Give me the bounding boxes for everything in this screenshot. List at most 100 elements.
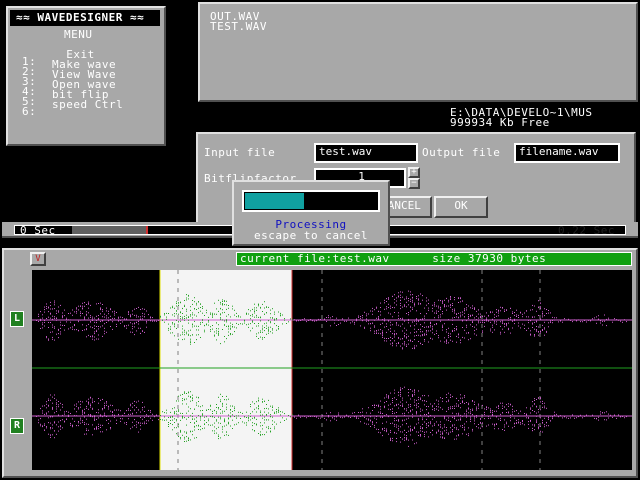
- wave-sample: [68, 328, 69, 330]
- wave-sample: [550, 320, 551, 322]
- wave-sample: [526, 407, 527, 409]
- selection-region[interactable]: [160, 270, 292, 470]
- wave-sample: [378, 431, 379, 433]
- wave-sample: [438, 305, 439, 307]
- wave-sample: [148, 416, 149, 418]
- wave-sample: [404, 386, 405, 388]
- wave-sample: [194, 429, 195, 431]
- wave-sample: [400, 426, 401, 428]
- wave-sample: [466, 326, 467, 328]
- wave-sample: [452, 407, 453, 409]
- wave-sample: [262, 325, 263, 327]
- right-channel-button[interactable]: R: [10, 418, 24, 434]
- ok-button[interactable]: OK: [434, 196, 488, 218]
- wave-sample: [90, 406, 91, 408]
- wave-sample: [400, 308, 401, 310]
- wave-sample: [226, 308, 227, 310]
- bitflip-increment-button[interactable]: +: [408, 167, 420, 178]
- input-file-field[interactable]: test.wav: [314, 143, 418, 163]
- bitflip-decrement-button[interactable]: −: [408, 178, 420, 189]
- wave-sample: [258, 316, 259, 318]
- wave-sample: [546, 331, 547, 333]
- wave-sample: [502, 322, 503, 324]
- wave-sample: [76, 403, 77, 405]
- wave-sample: [544, 327, 545, 329]
- wave-sample: [258, 332, 259, 334]
- waveform-display[interactable]: [32, 270, 632, 470]
- wave-sample: [100, 326, 101, 328]
- wave-sample: [420, 335, 421, 337]
- wave-sample: [562, 321, 563, 323]
- wave-sample: [180, 311, 181, 313]
- wave-sample: [410, 425, 411, 427]
- wave-sample: [540, 318, 541, 320]
- wave-sample: [376, 307, 377, 309]
- wave-sample: [78, 407, 79, 409]
- left-channel-button[interactable]: L: [10, 311, 24, 327]
- menu-item[interactable]: 3: View Wave: [22, 69, 116, 87]
- wave-sample: [192, 300, 193, 301]
- wave-sample: [266, 414, 267, 415]
- wave-sample: [412, 390, 413, 392]
- wave-sample: [476, 334, 477, 336]
- wave-sample: [94, 419, 95, 421]
- wave-sample: [476, 324, 477, 326]
- wave-sample: [398, 343, 399, 344]
- view-toggle-button[interactable]: V: [30, 252, 46, 266]
- wave-sample: [60, 304, 61, 306]
- wave-sample: [446, 410, 447, 412]
- wave-sample: [460, 403, 461, 404]
- wave-sample: [194, 408, 195, 410]
- menu-item[interactable]: 1: Exit: [22, 49, 94, 67]
- wave-sample: [420, 410, 421, 412]
- wave-sample: [478, 320, 479, 322]
- wave-sample: [406, 313, 407, 314]
- wave-sample: [274, 318, 275, 320]
- menu-item[interactable]: 4: Open wave: [22, 79, 116, 97]
- wave-sample: [246, 324, 247, 326]
- wave-sample: [144, 308, 145, 310]
- wave-sample: [456, 438, 457, 440]
- wave-sample: [452, 319, 453, 321]
- wave-sample: [604, 320, 605, 322]
- wave-sample: [60, 327, 61, 329]
- wave-sample: [48, 327, 49, 328]
- wave-sample: [398, 292, 399, 294]
- wave-sample: [472, 320, 473, 322]
- wave-sample: [544, 315, 545, 317]
- wave-sample: [306, 321, 307, 323]
- wave-sample: [230, 322, 231, 324]
- wave-sample: [420, 313, 421, 314]
- wave-sample: [270, 427, 271, 429]
- wave-sample: [70, 312, 71, 314]
- wave-sample: [268, 328, 269, 330]
- wave-sample: [86, 428, 87, 430]
- wave-sample: [374, 325, 375, 327]
- wave-sample: [400, 388, 401, 390]
- wave-sample: [426, 304, 427, 306]
- wave-sample: [196, 425, 197, 427]
- wave-sample: [514, 318, 515, 320]
- wave-sample: [76, 307, 77, 309]
- wave-sample: [230, 325, 231, 327]
- wave-sample: [268, 426, 269, 428]
- wave-sample: [494, 410, 495, 412]
- wave-sample: [432, 418, 433, 420]
- wave-sample: [402, 347, 403, 349]
- wave-sample: [534, 429, 535, 431]
- wave-sample: [300, 320, 301, 321]
- wave-sample: [444, 416, 445, 418]
- file-item[interactable]: TEST.WAV: [210, 21, 267, 32]
- menu-item[interactable]: 2: Make wave: [22, 59, 116, 77]
- wave-sample: [600, 413, 601, 415]
- menu-item[interactable]: 6: speed Ctrl: [22, 99, 123, 117]
- wave-sample: [364, 327, 365, 329]
- menu-item[interactable]: 5: bit flip: [22, 89, 108, 107]
- wave-sample: [492, 410, 493, 412]
- wave-sample: [464, 423, 465, 425]
- wave-sample: [54, 437, 55, 439]
- wave-sample: [198, 301, 199, 303]
- output-file-field[interactable]: filename.wav: [514, 143, 620, 163]
- wave-sample: [98, 326, 99, 327]
- wave-sample: [436, 421, 437, 423]
